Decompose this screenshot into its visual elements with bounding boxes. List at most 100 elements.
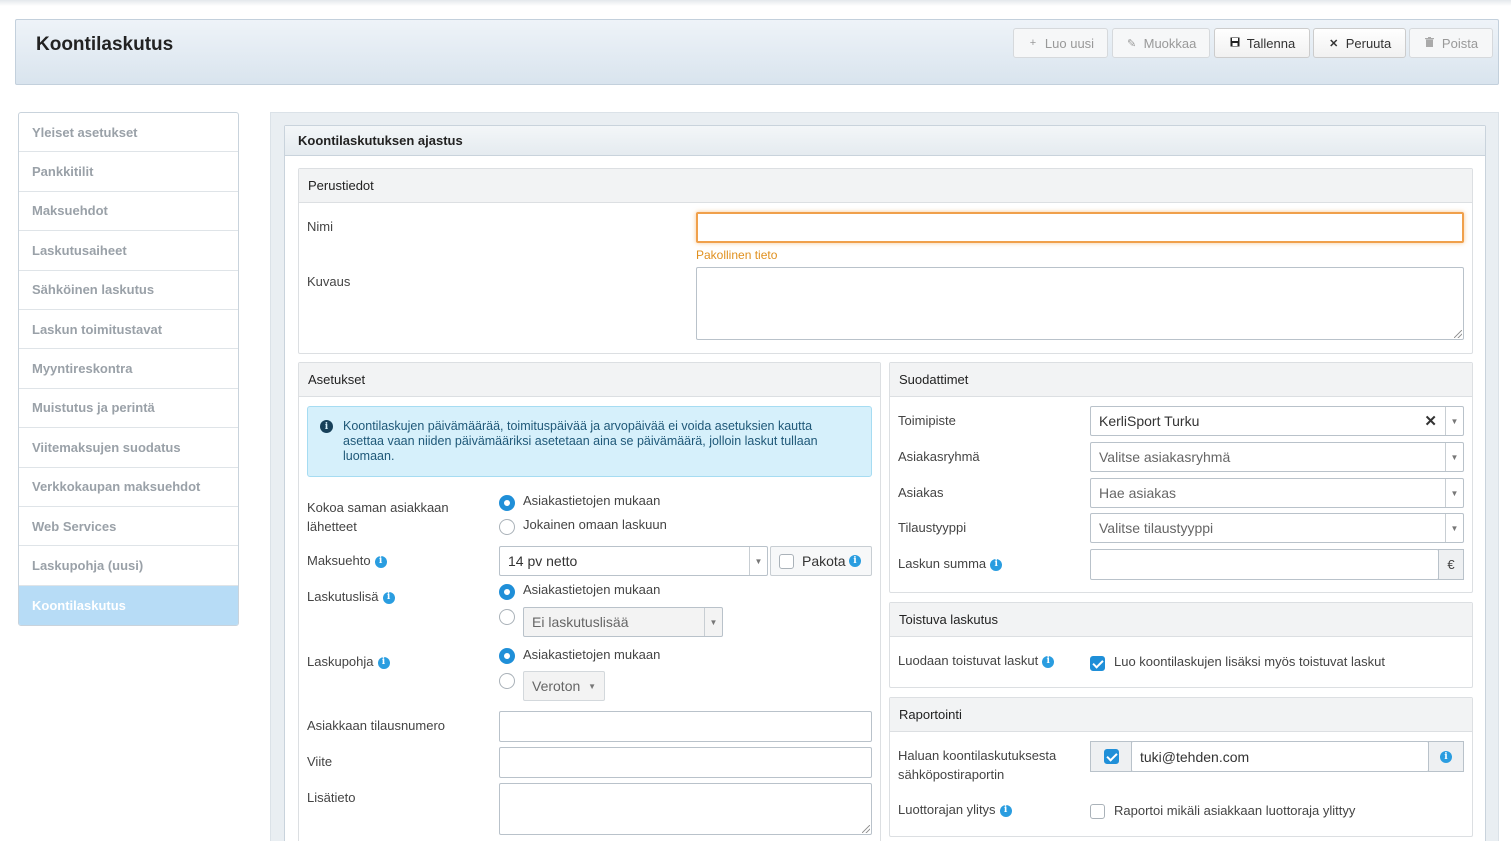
sidebar-item-reminders[interactable]: Muistutus ja perintä	[19, 389, 238, 429]
billing-extra-opt1-label: Asiakastietojen mukaan	[523, 582, 661, 597]
floppy-icon	[1229, 37, 1241, 50]
billing-extra-label-text: Laskutuslisä	[307, 589, 379, 604]
billing-extra-select[interactable]: Ei laskutuslisää ▼	[523, 607, 723, 637]
info-icon[interactable]: i	[377, 656, 390, 669]
customer-placeholder: Hae asiakas	[1099, 485, 1177, 501]
recurring-section: Toistuva laskutus	[889, 602, 1473, 688]
office-value: KerliSport Turku	[1099, 413, 1200, 429]
email-report-toggle-addon	[1090, 741, 1132, 772]
invoice-sum-input[interactable]	[1090, 549, 1439, 580]
top-shadow	[0, 0, 1511, 6]
plus-icon: +	[1029, 37, 1037, 49]
sidebar-item-collective-invoicing[interactable]: Koontilaskutus	[19, 585, 238, 625]
sidebar-item-webshop-terms[interactable]: Verkkokaupan maksuehdot	[19, 468, 238, 507]
email-info-addon: i	[1428, 741, 1464, 772]
page-header: Koontilaskutus + Luo uusi ✎ Muokkaa Tall…	[15, 19, 1499, 85]
sidebar-item-payment-terms[interactable]: Maksuehdot	[19, 192, 238, 232]
save-button[interactable]: Tallenna	[1214, 28, 1310, 58]
filters-title: Suodattimet	[890, 363, 1472, 397]
customer-label: Asiakas	[898, 485, 944, 500]
reference-input[interactable]	[499, 747, 872, 778]
order-type-select[interactable]: Valitse tilaustyyppi ▼	[1090, 513, 1464, 543]
settings-sidebar: Yleiset asetukset Pankkitilit Maksuehdot…	[18, 112, 239, 626]
resize-handle[interactable]	[1454, 330, 1462, 338]
combine-radio-each[interactable]	[499, 519, 515, 535]
template-select[interactable]: Veroton ▼	[523, 671, 605, 701]
payment-term-select[interactable]: 14 pv netto ▼	[499, 546, 768, 576]
delete-button-label: Poista	[1441, 35, 1479, 51]
order-type-label: Tilaustyyppi	[898, 520, 967, 535]
info-icon[interactable]: i	[374, 555, 387, 568]
combine-label-line1: Kokoa saman asiakkaan	[307, 500, 449, 515]
sidebar-item-reference-filtering[interactable]: Viitemaksujen suodatus	[19, 428, 238, 468]
new-button[interactable]: + Luo uusi	[1013, 28, 1108, 58]
description-label: Kuvaus	[307, 274, 351, 289]
info-icon[interactable]: i	[990, 558, 1003, 571]
name-input[interactable]	[696, 212, 1464, 243]
clear-icon[interactable]: ✕	[1424, 412, 1437, 430]
email-input[interactable]: tuki@tehden.com	[1131, 741, 1429, 772]
info-icon[interactable]: i	[382, 591, 395, 604]
save-button-label: Tallenna	[1246, 35, 1296, 51]
chevron-down-icon: ▼	[1445, 407, 1463, 435]
info-icon[interactable]: i	[999, 804, 1012, 817]
payment-term-value: 14 pv netto	[508, 553, 578, 569]
extra-info-label: Lisätieto	[307, 790, 356, 805]
info-alert-text: Koontilaskujen päivämäärää, toimituspäiv…	[343, 419, 818, 463]
delete-button[interactable]: Poista	[1409, 28, 1493, 58]
customer-select[interactable]: Hae asiakas ▼	[1090, 478, 1464, 508]
info-alert: i Koontilaskujen päivämäärää, toimituspä…	[307, 406, 872, 477]
resize-handle[interactable]	[862, 825, 870, 833]
recurring-checkbox-label: Luo koontilaskujen lisäksi myös toistuva…	[1114, 654, 1385, 669]
force-checkbox[interactable]	[779, 554, 794, 569]
billing-extra-label: Laskutuslisä i	[307, 587, 395, 606]
customer-group-label: Asiakasryhmä	[898, 449, 980, 464]
office-select[interactable]: KerliSport Turku ✕ ▼	[1090, 406, 1464, 436]
info-icon[interactable]: i	[1440, 750, 1452, 763]
billing-extra-radio-customer[interactable]	[499, 584, 515, 600]
invoice-sum-label-text: Laskun summa	[898, 556, 987, 571]
info-icon[interactable]: i	[849, 555, 861, 567]
template-radio-custom[interactable]	[499, 673, 515, 689]
edit-button[interactable]: ✎ Muokkaa	[1112, 28, 1210, 58]
sidebar-item-sales-ledger[interactable]: Myyntireskontra	[19, 349, 238, 389]
email-report-label-line2: sähköpostiraportin	[898, 767, 1005, 782]
info-circle-icon: i	[320, 420, 333, 433]
payment-term-label-text: Maksuehto	[307, 553, 371, 568]
billing-extra-select-value: Ei laskutuslisää	[532, 614, 629, 630]
new-button-label: Luo uusi	[1044, 35, 1095, 51]
sidebar-item-web-services[interactable]: Web Services	[19, 507, 238, 547]
extra-info-textarea[interactable]	[499, 783, 872, 835]
sidebar-item-invoice-template[interactable]: Laskupohja (uusi)	[19, 546, 238, 586]
email-report-checkbox[interactable]	[1103, 749, 1119, 764]
chevron-down-icon: ▼	[749, 547, 767, 575]
template-label: Laskupohja i	[307, 652, 390, 671]
combine-radio-customer[interactable]	[499, 495, 515, 511]
billing-extra-radio-custom[interactable]	[499, 609, 515, 625]
chevron-down-icon: ▼	[588, 681, 596, 691]
pencil-icon: ✎	[1127, 37, 1137, 50]
credit-checkbox[interactable]	[1090, 804, 1105, 819]
recurring-label-text: Luodaan toistuvat laskut	[898, 653, 1039, 668]
cancel-button[interactable]: ✕ Peruuta	[1313, 28, 1406, 58]
chevron-down-icon: ▼	[1445, 479, 1463, 507]
customer-group-select[interactable]: Valitse asiakasryhmä ▼	[1090, 442, 1464, 472]
force-label: Pakota	[802, 553, 846, 569]
template-radio-customer[interactable]	[499, 648, 515, 664]
sidebar-item-delivery-methods[interactable]: Laskun toimitustavat	[19, 310, 238, 350]
name-label: Nimi	[307, 219, 333, 234]
order-number-input[interactable]	[499, 711, 872, 742]
force-group: Pakota i	[770, 546, 872, 576]
sidebar-item-bank-accounts[interactable]: Pankkitilit	[19, 152, 238, 192]
sidebar-item-billing-topics[interactable]: Laskutusaiheet	[19, 231, 238, 271]
recurring-checkbox[interactable]	[1090, 656, 1105, 671]
info-icon[interactable]: i	[1042, 655, 1055, 668]
page-title: Koontilaskutus	[36, 34, 174, 55]
panel-title: Koontilaskutuksen ajastus	[285, 126, 1485, 156]
sidebar-item-general[interactable]: Yleiset asetukset	[19, 113, 238, 153]
combine-opt1-label: Asiakastietojen mukaan	[523, 493, 661, 508]
description-textarea[interactable]	[696, 267, 1464, 340]
invoice-sum-label: Laskun summa i	[898, 554, 1003, 573]
sidebar-item-e-invoicing[interactable]: Sähköinen laskutus	[19, 271, 238, 310]
cancel-button-label: Peruuta	[1345, 35, 1392, 51]
